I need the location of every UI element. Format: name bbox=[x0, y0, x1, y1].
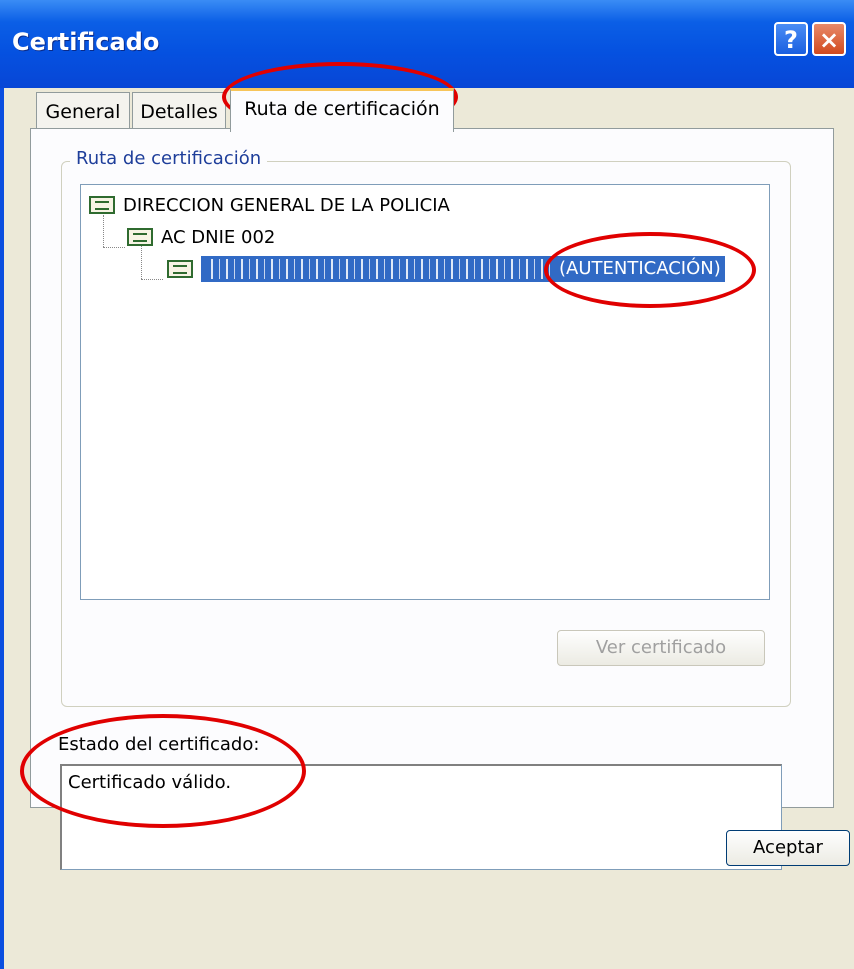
tree-connector bbox=[141, 279, 163, 280]
redacted-name bbox=[205, 259, 551, 279]
group-label: Ruta de certificación bbox=[70, 148, 268, 169]
selected-certificate: (AUTENTICACIÓN) bbox=[201, 256, 725, 282]
certificate-icon bbox=[167, 260, 193, 278]
tab-ruta-certificacion[interactable]: Ruta de certificación bbox=[230, 88, 454, 132]
accept-button[interactable]: Aceptar bbox=[726, 830, 850, 866]
tree-connector bbox=[103, 247, 125, 248]
close-button[interactable]: × bbox=[812, 22, 846, 56]
help-button[interactable]: ? bbox=[774, 22, 808, 56]
tab-detalles[interactable]: Detalles bbox=[132, 92, 226, 130]
tree-item-label: DIRECCION GENERAL DE LA POLICIA bbox=[123, 194, 450, 216]
status-text: Certificado válido. bbox=[68, 772, 232, 793]
view-certificate-button[interactable]: Ver certificado bbox=[557, 630, 765, 666]
status-label: Estado del certificado: bbox=[58, 734, 260, 755]
tree-item-label: (AUTENTICACIÓN) bbox=[559, 258, 721, 279]
tree-connector bbox=[103, 215, 104, 247]
certificate-dialog: Certificado ? × General Detalles Ruta de… bbox=[0, 0, 854, 969]
tree-item-label: AC DNIE 002 bbox=[161, 226, 276, 248]
tree-item-selected[interactable]: (AUTENTICACIÓN) bbox=[167, 255, 725, 283]
tab-general[interactable]: General bbox=[36, 92, 130, 130]
tree-item-intermediate[interactable]: AC DNIE 002 bbox=[127, 223, 275, 251]
certificate-icon bbox=[127, 228, 153, 246]
status-textbox[interactable]: Certificado válido. bbox=[60, 764, 782, 870]
window-title: Certificado bbox=[12, 28, 160, 56]
certification-path-group: Ruta de certificación DIRECCION GENERAL … bbox=[61, 148, 791, 707]
tab-panel: Ruta de certificación DIRECCION GENERAL … bbox=[30, 128, 834, 808]
tree-item-root[interactable]: DIRECCION GENERAL DE LA POLICIA bbox=[89, 191, 450, 219]
title-bar: Certificado ? × bbox=[0, 0, 854, 88]
certification-tree[interactable]: DIRECCION GENERAL DE LA POLICIA AC DNIE … bbox=[80, 184, 770, 600]
certificate-icon bbox=[89, 196, 115, 214]
